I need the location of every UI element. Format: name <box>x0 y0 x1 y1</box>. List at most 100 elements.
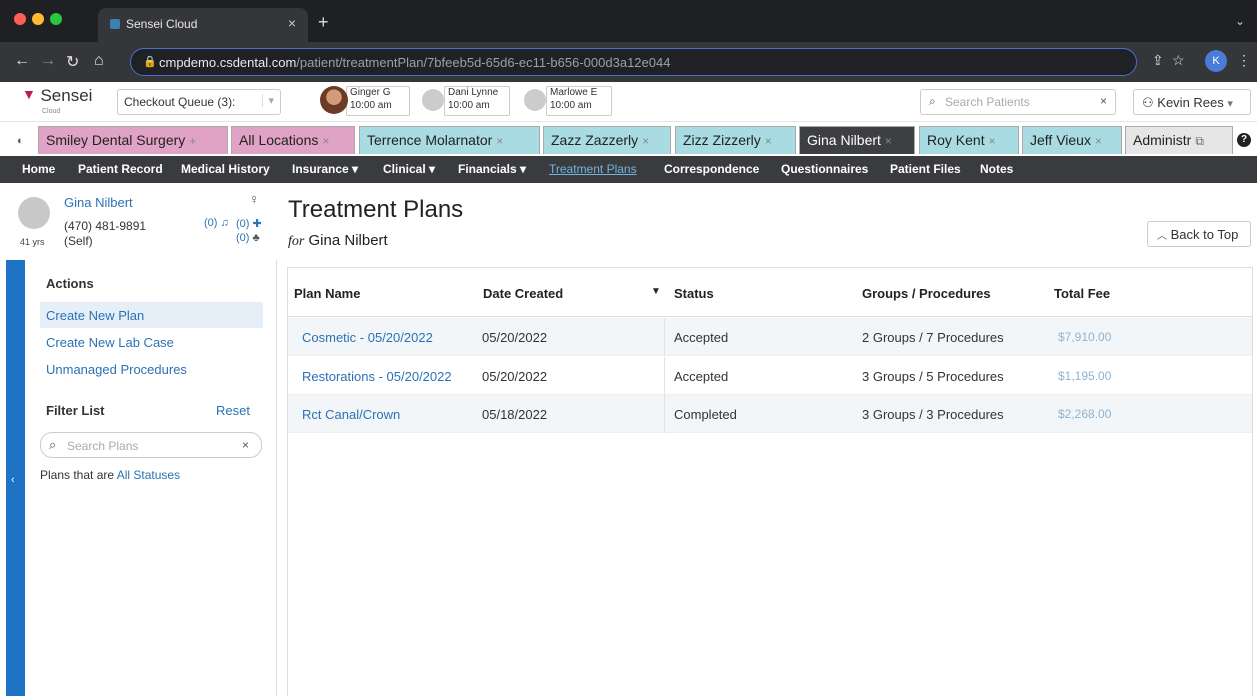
clear-icon[interactable]: × <box>1100 94 1107 108</box>
notifications-count[interactable]: (0) ♣ <box>236 232 260 244</box>
avatar <box>422 89 444 111</box>
table-row[interactable]: Rct Canal/Crown 05/18/2022 Completed 3 G… <box>288 395 1252 433</box>
new-tab-icon[interactable]: + <box>318 12 329 33</box>
share-icon[interactable]: ⇪ <box>1152 52 1164 69</box>
nav-home[interactable]: Home <box>22 162 55 176</box>
search-icon: ⌕ <box>929 94 936 108</box>
medical-plus-icon: ✚ <box>252 218 262 230</box>
app-header: ▼ Sensei Cloud Checkout Queue (3): ▾ Gin… <box>0 82 1257 122</box>
total-fee: $2,268.00 <box>1058 407 1112 421</box>
forward-arrow-icon[interactable]: → <box>40 52 56 70</box>
create-new-plan-link[interactable]: Create New Plan <box>40 302 263 328</box>
status-filter: Plans that are All Statuses <box>40 468 181 482</box>
table-row[interactable]: Cosmetic - 05/20/2022 05/20/2022 Accepte… <box>288 318 1252 356</box>
nav-treatment-plans[interactable]: Treatment Plans <box>549 162 637 176</box>
date-created: 05/20/2022 <box>482 369 548 384</box>
tab-patient[interactable]: Zizz Zizzerly × <box>675 126 796 154</box>
column-header-total-fee[interactable]: Total Fee <box>1054 286 1110 301</box>
total-fee: $7,910.00 <box>1058 330 1112 344</box>
tooth-logo-icon: ▼ <box>22 86 36 102</box>
search-icon: ⌕ <box>49 437 57 452</box>
checkout-queue-select[interactable]: Checkout Queue (3): ▾ <box>117 89 281 115</box>
tab-patient[interactable]: Terrence Molarnator × <box>359 126 540 154</box>
reset-filter-link[interactable]: Reset <box>216 403 250 418</box>
shield-icon[interactable]: ◐ <box>17 135 24 147</box>
menu-dots-icon[interactable]: ⋮ <box>1237 52 1251 69</box>
tab-location[interactable]: Smiley Dental Surgery + <box>38 126 228 154</box>
column-header-status[interactable]: Status <box>674 286 714 301</box>
maximize-window-button[interactable] <box>50 13 62 25</box>
profile-avatar[interactable]: K <box>1205 50 1227 72</box>
context-tab-bar: ◐ Smiley Dental Surgery + All Locations × … <box>0 124 1257 156</box>
groups-procedures: 3 Groups / 5 Procedures <box>862 369 1004 384</box>
nav-insurance[interactable]: Insurance ▾ <box>292 162 358 176</box>
back-to-top-button[interactable]: ︿ Back to Top <box>1147 221 1251 247</box>
tab-administration[interactable]: Administr ⧉ <box>1125 126 1233 154</box>
sort-desc-icon[interactable]: ▼ <box>651 286 661 297</box>
close-window-button[interactable] <box>14 13 26 25</box>
appointment-chip[interactable]: Marlowe E 10:00 am <box>520 86 612 118</box>
nav-medical-history[interactable]: Medical History <box>181 162 270 176</box>
back-arrow-icon[interactable]: ← <box>14 52 30 70</box>
sensei-logo[interactable]: ▼ Sensei Cloud <box>22 86 92 115</box>
help-icon[interactable]: ? <box>1237 133 1251 147</box>
chevron-down-icon: ▾ <box>1227 98 1233 110</box>
patient-name-link[interactable]: Gina Nilbert <box>64 195 133 210</box>
plan-name-link[interactable]: Rct Canal/Crown <box>302 407 400 422</box>
groups-procedures: 2 Groups / 7 Procedures <box>862 330 1004 345</box>
tab-patient[interactable]: Roy Kent × <box>919 126 1019 154</box>
appointment-chip[interactable]: Ginger G 10:00 am <box>320 86 412 118</box>
tab-patient-active[interactable]: Gina Nilbert × <box>799 126 915 154</box>
page-title: Treatment Plans <box>288 196 464 223</box>
user-icon: ⚇ <box>1142 95 1154 110</box>
search-plans-input[interactable]: ⌕ Search Plans × <box>40 432 262 458</box>
header-divider <box>288 316 1252 317</box>
home-icon[interactable]: ⌂ <box>94 52 104 70</box>
nav-correspondence[interactable]: Correspondence <box>664 162 759 176</box>
collapse-sidebar-handle[interactable]: ‹ <box>6 260 25 696</box>
minimize-window-button[interactable] <box>32 13 44 25</box>
nav-patient-files[interactable]: Patient Files <box>890 162 961 176</box>
address-bar[interactable]: 🔒 cmpdemo.csdental.com/patient/treatment… <box>130 48 1137 76</box>
tab-search-icon[interactable]: ⌄ <box>1235 14 1245 28</box>
total-fee: $1,195.00 <box>1058 369 1112 383</box>
table-row[interactable]: Restorations - 05/20/2022 05/20/2022 Acc… <box>288 357 1252 395</box>
nav-notes[interactable]: Notes <box>980 162 1013 176</box>
actions-heading: Actions <box>46 276 94 291</box>
tab-patient[interactable]: Jeff Vieux × <box>1022 126 1122 154</box>
user-menu-button[interactable]: ⚇ Kevin Rees ▾ <box>1133 89 1251 115</box>
chevron-left-icon: ‹ <box>11 474 15 486</box>
create-new-lab-case-link[interactable]: Create New Lab Case <box>40 329 263 355</box>
tab-patient[interactable]: Zazz Zazzerly × <box>543 126 671 154</box>
groups-procedures: 3 Groups / 3 Procedures <box>862 407 1004 422</box>
column-header-date-created[interactable]: Date Created <box>483 286 563 301</box>
column-header-plan-name[interactable]: Plan Name <box>294 286 360 301</box>
unmanaged-procedures-link[interactable]: Unmanaged Procedures <box>40 356 263 382</box>
popout-icon[interactable]: ⧉ <box>1195 134 1204 148</box>
tab-all-locations[interactable]: All Locations × <box>231 126 355 154</box>
plan-name-link[interactable]: Restorations - 05/20/2022 <box>302 369 452 384</box>
date-created: 05/20/2022 <box>482 330 548 345</box>
close-tab-icon[interactable]: × <box>288 15 296 31</box>
filter-list-heading: Filter List <box>46 403 105 418</box>
nav-questionnaires[interactable]: Questionnaires <box>781 162 868 176</box>
plan-name-link[interactable]: Cosmetic - 05/20/2022 <box>302 330 433 345</box>
bookmark-star-icon[interactable]: ☆ <box>1172 52 1185 69</box>
nav-financials[interactable]: Financials ▾ <box>458 162 526 176</box>
column-header-groups-procedures[interactable]: Groups / Procedures <box>862 286 991 301</box>
bell-outline-icon: ♫ <box>220 217 229 229</box>
reload-icon[interactable]: ↻ <box>66 52 79 72</box>
chevron-up-icon: ︿ <box>1157 231 1167 242</box>
plan-status: Accepted <box>674 330 729 345</box>
clear-icon[interactable]: × <box>242 438 249 452</box>
nav-clinical[interactable]: Clinical ▾ <box>383 162 435 176</box>
patient-relation: (Self) <box>64 234 93 248</box>
appointment-chip[interactable]: Dani Lynne 10:00 am <box>418 86 510 118</box>
alerts-count[interactable]: (0) ♫ <box>204 217 229 229</box>
medical-alerts-count[interactable]: (0) ✚ <box>236 217 262 230</box>
patient-nav: Home Patient Record Medical History Insu… <box>0 156 1257 183</box>
status-filter-link[interactable]: All Statuses <box>117 468 180 482</box>
browser-tab[interactable]: Sensei Cloud × <box>98 8 308 42</box>
nav-patient-record[interactable]: Patient Record <box>78 162 163 176</box>
patient-search-input[interactable]: ⌕ Search Patients × <box>920 89 1116 115</box>
